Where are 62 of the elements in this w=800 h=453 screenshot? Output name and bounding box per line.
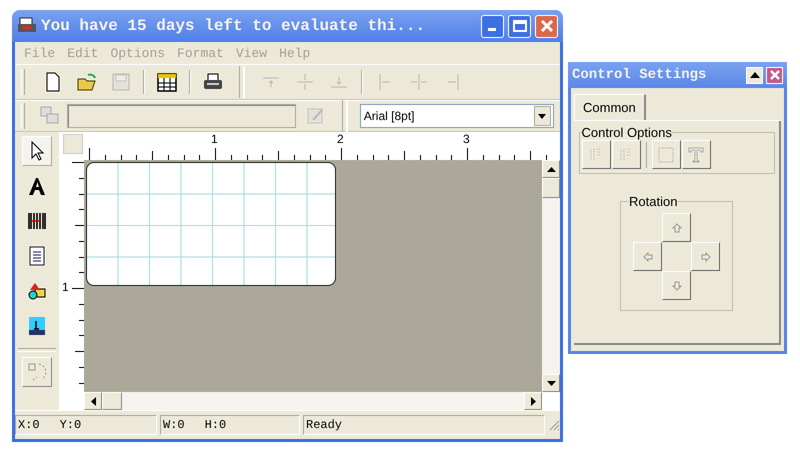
text-field[interactable]	[66, 104, 296, 128]
collapse-button[interactable]	[746, 66, 763, 84]
window-title: Control Settings	[572, 67, 708, 83]
right-arrow-icon	[700, 252, 710, 262]
align-icon	[263, 76, 279, 88]
maximize-icon	[512, 20, 526, 32]
scroll-thumb[interactable]	[102, 392, 122, 410]
up-arrow-icon	[546, 166, 556, 172]
floppy-icon	[110, 71, 132, 93]
scroll-thumb[interactable]	[542, 178, 560, 198]
rotate-down-button[interactable]	[662, 271, 691, 300]
window-title: You have 15 days left to evaluate thi...	[41, 17, 426, 35]
left-arrow-icon	[90, 396, 96, 406]
ruler-number: 3	[463, 132, 470, 146]
close-button[interactable]	[535, 14, 558, 38]
status-text: H:0	[204, 418, 226, 432]
align-icon	[411, 74, 427, 90]
status-text: Ready	[306, 418, 342, 432]
rotate-tool[interactable]	[22, 357, 52, 387]
folder-icon	[76, 71, 98, 93]
rotate-up-button[interactable]	[662, 213, 691, 242]
status-text: X:0	[18, 418, 40, 432]
close-icon	[770, 70, 780, 80]
ruler-corner	[63, 134, 83, 154]
vertical-scrollbar[interactable]	[542, 160, 560, 392]
align-icon	[379, 74, 391, 90]
image-icon	[26, 315, 48, 337]
maximize-button[interactable]	[508, 14, 531, 38]
status-text: Y:0	[60, 418, 82, 432]
label-canvas[interactable]	[86, 162, 336, 286]
rotate-right-button[interactable]	[691, 242, 720, 271]
down-arrow-icon	[672, 280, 682, 290]
barcode-icon	[26, 210, 48, 232]
up-arrow-icon	[750, 72, 760, 78]
ruler-number: 1	[211, 132, 218, 146]
align-icon	[447, 74, 459, 90]
tab[interactable]: Common	[574, 94, 646, 120]
down-arrow-icon	[546, 380, 556, 386]
right-arrow-icon	[530, 396, 536, 406]
horizontal-scrollbar[interactable]	[84, 392, 542, 410]
dotted-frame-icon	[657, 146, 675, 164]
letter-icon	[26, 175, 48, 197]
minimize-button[interactable]	[481, 14, 504, 38]
left-arrow-icon	[642, 252, 652, 262]
close-icon	[540, 19, 554, 33]
resize-grip-icon	[548, 419, 560, 431]
minimize-icon	[488, 28, 498, 32]
align-icon	[331, 76, 347, 88]
group-title: Control Options	[582, 125, 672, 140]
letter-icon	[687, 146, 705, 164]
ruler-number: 2	[337, 132, 344, 146]
align-icon	[297, 74, 313, 90]
close-button[interactable]	[766, 66, 783, 84]
ruler-number: 1	[62, 280, 69, 294]
group-title: Rotation	[629, 194, 678, 209]
status-text: W:0	[163, 418, 185, 432]
table-icon	[156, 71, 178, 93]
rotate-left-button[interactable]	[633, 242, 662, 271]
caret-icon	[538, 114, 546, 118]
font-select[interactable]: Arial [8pt]	[360, 104, 554, 128]
up-arrow-icon	[672, 222, 682, 232]
pointer-tool[interactable]	[22, 136, 52, 166]
